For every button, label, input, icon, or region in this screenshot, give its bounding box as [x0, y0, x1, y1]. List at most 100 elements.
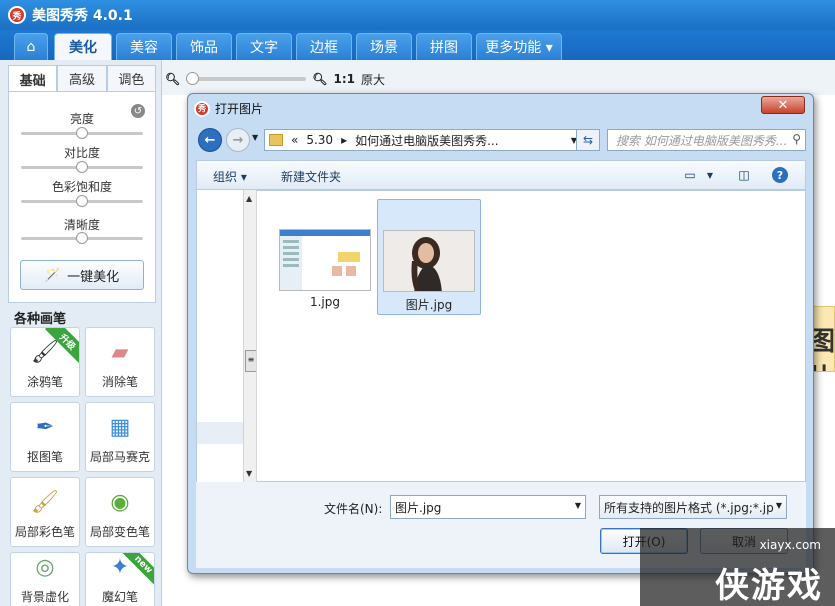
- breadcrumb-separator[interactable]: ▸: [341, 133, 347, 147]
- one-key-beautify-button[interactable]: 🪄 一键美化: [20, 260, 144, 290]
- zoom-knob[interactable]: [186, 72, 200, 85]
- address-row: ← → ▼ « 5.30 ▸ 如何通过电脑版美图秀秀... ▼ ⇆ 搜索 如何通…: [196, 125, 806, 155]
- eraser-icon: ▰: [111, 339, 129, 365]
- breadcrumb-overflow[interactable]: «: [291, 133, 298, 147]
- forward-arrow-icon[interactable]: →: [226, 128, 250, 152]
- brush-cutout-label: 抠图笔: [26, 450, 63, 464]
- brush-eraser[interactable]: ▰ 消除笔: [85, 327, 155, 397]
- tab-more-features[interactable]: 更多功能 ▾: [476, 33, 562, 60]
- tab-frame[interactable]: 边框: [296, 33, 352, 60]
- tab-beautify[interactable]: 美化: [54, 33, 112, 60]
- scroll-down-icon[interactable]: ▼: [246, 469, 252, 478]
- home-tab-icon[interactable]: ⌂: [14, 33, 48, 60]
- file-type-filter-value: 所有支持的图片格式 (*.jpg;*.jp: [604, 500, 774, 515]
- subtab-advanced[interactable]: 高级: [57, 65, 107, 92]
- search-icon[interactable]: ⚲: [792, 132, 801, 146]
- brush-doodle[interactable]: 升级 🖌 涂鸦笔: [10, 327, 80, 397]
- brush-doodle-label: 涂鸦笔: [26, 375, 63, 389]
- filename-value: 图片.jpg: [395, 500, 442, 515]
- navigation-scrollbar[interactable]: ▲ ≡ ▼: [243, 190, 257, 482]
- view-dropdown-icon[interactable]: ▼: [701, 166, 719, 184]
- watermark-logo: 侠游戏: [715, 566, 823, 606]
- brush-magic-label: 魔幻笔: [101, 590, 138, 604]
- adjust-subtabs: 基础 高级 调色: [8, 65, 156, 92]
- brushes-title: 各种画笔: [14, 312, 67, 327]
- brush-color-change-label: 局部变色笔: [89, 525, 150, 539]
- file-item-1-jpg[interactable]: 1.jpg: [273, 199, 377, 315]
- one-key-beautify-label: 一键美化: [67, 269, 120, 285]
- scroll-up-icon[interactable]: ▲: [246, 194, 252, 203]
- address-bar[interactable]: « 5.30 ▸ 如何通过电脑版美图秀秀... ▼: [264, 129, 584, 151]
- subtab-basic[interactable]: 基础: [8, 65, 58, 92]
- brush-color[interactable]: 🖌 局部彩色笔: [10, 477, 80, 547]
- saturation-slider[interactable]: [21, 195, 143, 207]
- left-panel: 基础 高级 调色 ↺ 亮度 对比度 色彩饱和度 清晰度 🪄 一键美化 各种画笔 …: [0, 60, 162, 606]
- brush-eraser-label: 消除笔: [101, 375, 138, 389]
- search-input[interactable]: 搜索 如何通过电脑版美图秀秀... ⚲: [607, 129, 806, 151]
- contrast-knob[interactable]: [76, 161, 88, 173]
- brush-magic[interactable]: new ✦ 魔幻笔: [85, 552, 155, 606]
- tab-accessories[interactable]: 饰品: [176, 33, 232, 60]
- dialog-title: 打开图片: [215, 102, 264, 116]
- file-item-picture-jpg[interactable]: 图片.jpg: [377, 199, 481, 315]
- main-tab-bar: ⌂ 美化 美容 饰品 文字 边框 场景 拼图 更多功能 ▾: [0, 30, 835, 60]
- app-title-bar: 秀 美图秀秀 4.0.1: [0, 0, 835, 30]
- tab-text[interactable]: 文字: [236, 33, 292, 60]
- wand-icon: 🪄: [44, 267, 62, 283]
- filename-dropdown-icon[interactable]: ▼: [575, 501, 581, 510]
- contrast-slider[interactable]: [21, 161, 143, 173]
- color-change-icon: ◉: [110, 489, 130, 515]
- file-list: 1.jpg 图片.jpg: [256, 190, 806, 482]
- refresh-icon[interactable]: ⇆: [576, 129, 600, 151]
- organize-menu[interactable]: 组织 ▾: [213, 168, 247, 185]
- saturation-knob[interactable]: [76, 195, 88, 207]
- zoom-slider[interactable]: [186, 72, 307, 85]
- brush-background-blur-label: 背景虚化: [20, 590, 69, 604]
- app-title: 美图秀秀 4.0.1: [32, 8, 133, 24]
- file-type-filter[interactable]: 所有支持的图片格式 (*.jpg;*.jp ▼: [599, 495, 787, 519]
- original-size-button[interactable]: 原大: [361, 71, 385, 88]
- app-logo-icon: 秀: [8, 6, 26, 24]
- breadcrumb-item-5-30[interactable]: 5.30: [306, 133, 333, 147]
- breadcrumb-item-current[interactable]: 如何通过电脑版美图秀秀...: [355, 132, 498, 149]
- sharpness-slider[interactable]: [21, 232, 143, 244]
- brush-cutout[interactable]: ✒ 抠图笔: [10, 402, 80, 472]
- blur-icon: ◎: [35, 555, 55, 580]
- brush-background-blur[interactable]: ◎ 背景虚化: [10, 552, 80, 606]
- dialog-logo-icon: 秀: [194, 100, 210, 117]
- help-button[interactable]: ?: [771, 166, 789, 184]
- tab-scene[interactable]: 场景: [356, 33, 412, 60]
- back-arrow-icon[interactable]: ←: [198, 128, 222, 152]
- help-icon: ?: [772, 167, 788, 183]
- sharpness-knob[interactable]: [76, 232, 88, 244]
- site-watermark: xiayx.com 侠游戏: [640, 528, 835, 606]
- tab-collage[interactable]: 拼图: [416, 33, 472, 60]
- filter-dropdown-icon[interactable]: ▼: [776, 501, 782, 510]
- sharpness-label: 清晰度: [63, 218, 100, 232]
- filename-label: 文件名(N):: [324, 502, 383, 516]
- zoom-out-icon[interactable]: 🔍︎: [165, 72, 180, 86]
- history-dropdown-icon[interactable]: ▼: [252, 133, 258, 142]
- subtab-tone[interactable]: 调色: [106, 65, 156, 92]
- mosaic-icon: ▦: [109, 414, 131, 440]
- color-brush-icon: 🖌: [31, 489, 59, 515]
- brush-mosaic[interactable]: ▦ 局部马赛克: [85, 402, 155, 472]
- tab-face[interactable]: 美容: [116, 33, 172, 60]
- navigation-pane-item[interactable]: [197, 422, 243, 444]
- dialog-close-button[interactable]: ✕: [761, 96, 805, 114]
- new-folder-button[interactable]: 新建文件夹: [281, 168, 341, 185]
- open-image-dialog: 秀 打开图片 ✕ ← → ▼ « 5.30 ▸ 如何通过电脑版美图秀秀... ▼…: [187, 93, 814, 574]
- brightness-slider[interactable]: [21, 127, 143, 139]
- navigation-pane: ▲ ≡ ▼: [196, 190, 257, 482]
- brightness-knob[interactable]: [76, 127, 88, 139]
- filename-input[interactable]: 图片.jpg ▼: [390, 495, 586, 519]
- zoom-in-icon[interactable]: 🔍︎: [312, 72, 327, 86]
- watermark-site: xiayx.com: [759, 538, 821, 552]
- brightness-label: 亮度: [69, 112, 94, 126]
- preview-pane-icon[interactable]: ◫: [735, 166, 753, 184]
- file-name-picture-jpg: 图片.jpg: [405, 298, 453, 312]
- view-mode-icon[interactable]: ▭: [681, 166, 699, 184]
- brush-color-change[interactable]: ◉ 局部变色笔: [85, 477, 155, 547]
- search-placeholder: 搜索 如何通过电脑版美图秀秀...: [616, 133, 788, 148]
- ratio-1-1-button[interactable]: 1:1: [333, 72, 355, 86]
